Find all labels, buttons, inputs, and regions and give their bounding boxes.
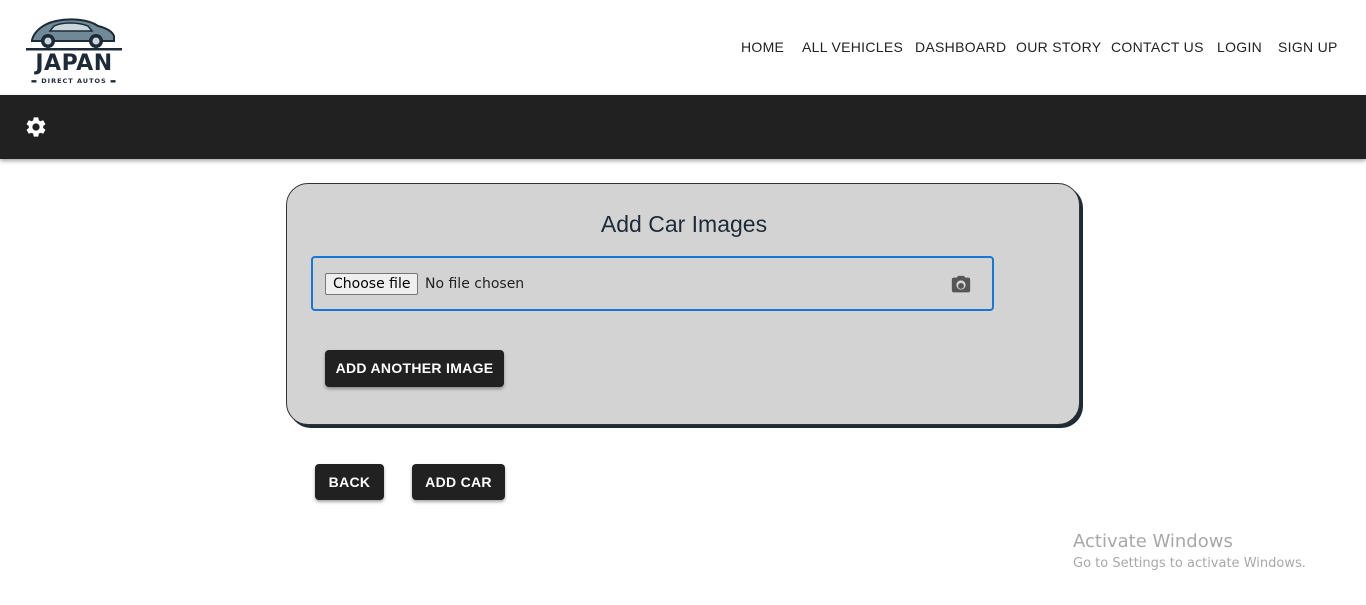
card-title: Add Car Images xyxy=(600,211,768,237)
nav-all-vehicles[interactable]: ALL VEHICLES xyxy=(802,38,903,56)
brand-tagline: ▬ DIRECT AUTOS ▬ xyxy=(30,77,118,85)
image-file-field[interactable]: Choose file No file chosen xyxy=(311,256,994,311)
gear-icon[interactable] xyxy=(24,115,48,139)
add-images-card: Add Car Images Choose file No file chose… xyxy=(286,183,1080,425)
file-status-text: No file chosen xyxy=(425,276,525,292)
add-another-image-button[interactable]: ADD ANOTHER IMAGE xyxy=(325,350,504,387)
nav-login[interactable]: LOGIN xyxy=(1217,38,1262,56)
camera-icon[interactable] xyxy=(949,274,973,296)
brand-logo[interactable]: JAPAN ▬ DIRECT AUTOS ▬ xyxy=(24,14,124,88)
back-button[interactable]: BACK xyxy=(315,464,384,500)
car-logo-icon xyxy=(26,18,122,51)
activate-windows-subtitle: Go to Settings to activate Windows. xyxy=(1073,556,1306,571)
add-car-button[interactable]: ADD CAR xyxy=(412,464,505,500)
nav-home[interactable]: HOME xyxy=(741,38,784,56)
nav-contact-us[interactable]: CONTACT US xyxy=(1111,38,1204,56)
choose-file-button[interactable]: Choose file xyxy=(325,273,419,295)
nav-sign-up[interactable]: SIGN UP xyxy=(1278,38,1338,56)
nav-our-story[interactable]: OUR STORY xyxy=(1016,38,1101,56)
brand-name: JAPAN xyxy=(35,51,113,76)
activate-windows-title: Activate Windows xyxy=(1073,531,1233,552)
toolbar xyxy=(0,95,1366,159)
site-header: JAPAN ▬ DIRECT AUTOS ▬ HOME ALL VEHICLES… xyxy=(0,0,1366,95)
nav-dashboard[interactable]: DASHBOARD xyxy=(915,38,1006,56)
